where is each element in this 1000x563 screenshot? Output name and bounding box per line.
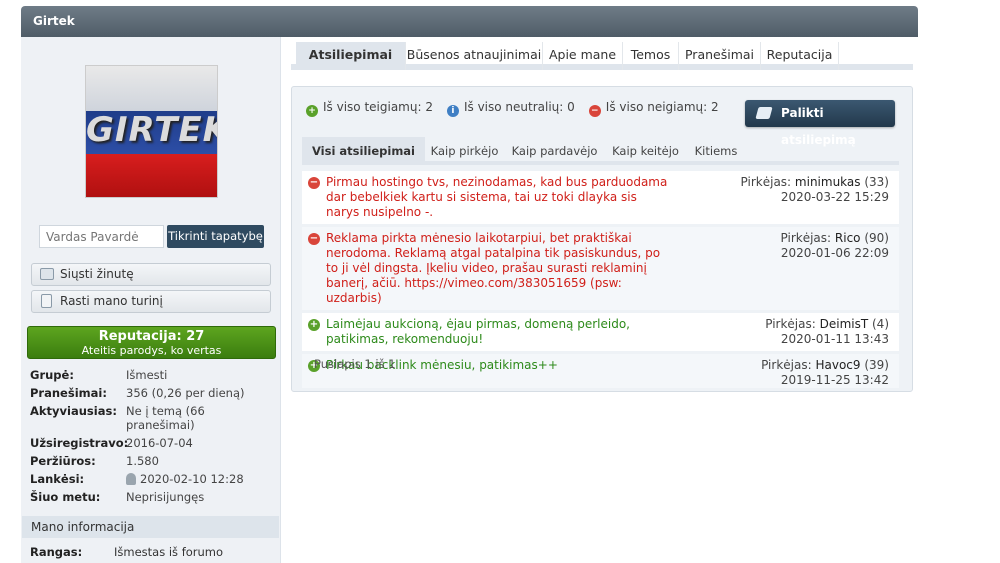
feedback-user-link[interactable]: Rico bbox=[835, 231, 861, 245]
positive-total: + Iš viso teigiamų: 2 bbox=[306, 100, 433, 117]
info-key: Peržiūros: bbox=[30, 454, 96, 468]
info-value: Išmestas iš forumo bbox=[114, 545, 224, 559]
tab-posts[interactable]: Pranešimai bbox=[679, 42, 761, 70]
negative-icon: − bbox=[308, 177, 320, 189]
tab-feedback[interactable]: Atsiliepimai bbox=[296, 42, 406, 70]
subtab-others[interactable]: Kitiems bbox=[686, 137, 746, 165]
minus-icon: − bbox=[588, 105, 601, 117]
info-key: Grupė: bbox=[30, 368, 74, 382]
subtab-as-seller[interactable]: Kaip pardavėjo bbox=[504, 137, 605, 165]
profile-info: Grupė: Išmesti Pranešimai: 356 (0,26 per… bbox=[30, 368, 275, 508]
find-content-button[interactable]: Rasti mano turinį bbox=[31, 290, 271, 313]
feedback-date: 2019-11-25 13:42 bbox=[780, 373, 889, 387]
feedback-meta: Pirkėjas: minimukas (33) 2020-03-22 15:2… bbox=[741, 175, 889, 205]
avatar-logo-text: GIRTEK bbox=[86, 110, 218, 150]
info-value: 2016-07-04 bbox=[126, 436, 193, 450]
info-key: Šiuo metu: bbox=[30, 490, 101, 504]
neutral-total: i Iš viso neutralių: 0 bbox=[446, 100, 575, 117]
feedback-user-score: (4) bbox=[872, 317, 889, 331]
feedback-date: 2020-03-22 15:29 bbox=[780, 190, 889, 204]
feedback-role: Pirkėjas: bbox=[765, 317, 816, 331]
find-content-label: Rasti mano turinį bbox=[60, 294, 163, 308]
profile-title: Girtek bbox=[33, 14, 75, 28]
avatar: GIRTEK bbox=[85, 65, 218, 198]
subtab-as-trader[interactable]: Kaip keitėjo bbox=[605, 137, 686, 165]
feedback-role: Pirkėjas: bbox=[780, 231, 832, 245]
info-row-group: Grupė: Išmesti bbox=[30, 368, 275, 382]
feedback-role: Pirkėjas: bbox=[761, 358, 812, 372]
subtab-as-buyer[interactable]: Kaip pirkėjo bbox=[425, 137, 504, 165]
user-icon bbox=[126, 473, 136, 485]
tab-about-me[interactable]: Apie mane bbox=[543, 42, 623, 70]
feedback-user-score: (90) bbox=[864, 231, 889, 245]
last-visit-date: 2020-02-10 12:28 bbox=[140, 472, 244, 486]
info-value[interactable]: Ne į temą (66 pranešimai) bbox=[126, 404, 275, 432]
tab-reputation[interactable]: Reputacija bbox=[761, 42, 839, 70]
feedback-subtabs: Visi atsiliepimai Kaip pirkėjo Kaip pard… bbox=[302, 137, 899, 165]
negative-icon: − bbox=[308, 233, 320, 245]
feedback-user-link[interactable]: DeimisT bbox=[820, 317, 869, 331]
info-value: Neprisijungęs bbox=[126, 490, 205, 504]
pencil-icon bbox=[755, 107, 773, 119]
envelope-icon bbox=[40, 268, 54, 280]
tab-topics[interactable]: Temos bbox=[623, 42, 679, 70]
negative-total: − Iš viso neigiamų: 2 bbox=[588, 100, 719, 117]
my-info-section-title: Mano informacija bbox=[22, 516, 279, 538]
info-row-rank: Rangas: Išmestas iš forumo bbox=[30, 545, 223, 559]
feedback-comment: − Pirmau hostingo tvs, nezinodamas, kad … bbox=[308, 175, 668, 219]
info-row-last-visit: Lankėsi: 2020-02-10 12:28 bbox=[30, 472, 275, 486]
send-message-label: Siųsti žinutę bbox=[60, 267, 134, 281]
info-value: 2020-02-10 12:28 bbox=[126, 472, 275, 486]
info-key: Pranešimai: bbox=[30, 386, 107, 400]
leave-feedback-button[interactable]: Palikti atsiliepimą bbox=[745, 100, 895, 147]
list-item: + Laimėjau aukcioną, ėjau pirmas, domeną… bbox=[302, 313, 899, 351]
feedback-role: Pirkėjas: bbox=[740, 175, 792, 189]
profile-tabs: Atsiliepimai Būsenos atnaujinimai Apie m… bbox=[291, 42, 913, 70]
plus-icon: + bbox=[306, 105, 318, 117]
profile-sidebar: GIRTEK Tikrinti tapatybę Siųsti žinutę R… bbox=[21, 37, 281, 563]
document-icon bbox=[41, 294, 52, 308]
list-item: − Reklama pirkta mėnesio laikotarpiui, b… bbox=[302, 227, 899, 310]
info-row-posts: Pranešimai: 356 (0,26 per dieną) bbox=[30, 386, 275, 400]
reputation-title: Reputacija: 27 bbox=[98, 329, 205, 344]
feedback-panel: + Iš viso teigiamų: 2 i Iš viso neutralių:… bbox=[291, 86, 913, 392]
feedback-date: 2020-01-11 13:43 bbox=[780, 332, 889, 346]
feedback-user-score: (39) bbox=[864, 358, 889, 372]
info-row-registered: Užsiregistravo: 2016-07-04 bbox=[30, 436, 275, 450]
info-value: 1.580 bbox=[126, 454, 159, 468]
profile-header: Girtek bbox=[21, 6, 918, 37]
identity-name-input[interactable] bbox=[39, 225, 164, 248]
feedback-user-link[interactable]: minimukas bbox=[795, 175, 861, 189]
info-key: Lankėsi: bbox=[30, 472, 85, 486]
info-key: Rangas: bbox=[30, 545, 83, 559]
feedback-comment: − Reklama pirkta mėnesio laikotarpiui, b… bbox=[308, 231, 661, 305]
feedback-user-link[interactable]: Havoc9 bbox=[815, 358, 860, 372]
send-message-button[interactable]: Siųsti žinutę bbox=[31, 263, 271, 286]
verify-identity-button[interactable]: Tikrinti tapatybę bbox=[167, 225, 264, 248]
pagination: Puslapis 1 iš 1 bbox=[314, 357, 396, 371]
feedback-stats: + Iš viso teigiamų: 2 i Iš viso neutralių:… bbox=[306, 100, 719, 117]
reputation-badge[interactable]: Reputacija: 27 Ateitis parodys, ko verta… bbox=[27, 326, 276, 359]
feedback-user-score: (33) bbox=[864, 175, 889, 189]
reputation-subtitle: Ateitis parodys, ko vertas bbox=[81, 344, 222, 357]
info-key: Aktyviausias: bbox=[30, 404, 117, 418]
info-value[interactable]: Išmesti bbox=[126, 368, 275, 382]
feedback-meta: Pirkėjas: Rico (90) 2020-01-06 22:09 bbox=[781, 231, 889, 261]
info-row-most-active: Aktyviausias: Ne į temą (66 pranešimai) bbox=[30, 404, 275, 432]
tab-status-updates[interactable]: Būsenos atnaujinimai bbox=[406, 42, 543, 70]
feedback-comment: + Laimėjau aukcioną, ėjau pirmas, domeną… bbox=[308, 317, 630, 346]
info-row-status: Šiuo metu: Neprisijungęs bbox=[30, 490, 275, 504]
info-key: Užsiregistravo: bbox=[30, 436, 129, 450]
positive-icon: + bbox=[308, 319, 320, 331]
info-icon: i bbox=[446, 105, 459, 117]
list-item: − Pirmau hostingo tvs, nezinodamas, kad … bbox=[302, 171, 899, 224]
info-row-views: Peržiūros: 1.580 bbox=[30, 454, 275, 468]
feedback-meta: Pirkėjas: DeimisT (4) 2020-01-11 13:43 bbox=[765, 317, 889, 347]
feedback-meta: Pirkėjas: Havoc9 (39) 2019-11-25 13:42 bbox=[761, 358, 889, 388]
feedback-date: 2020-01-06 22:09 bbox=[780, 246, 889, 260]
info-value: 356 (0,26 per dieną) bbox=[126, 386, 245, 400]
subtab-all[interactable]: Visi atsiliepimai bbox=[302, 137, 425, 165]
